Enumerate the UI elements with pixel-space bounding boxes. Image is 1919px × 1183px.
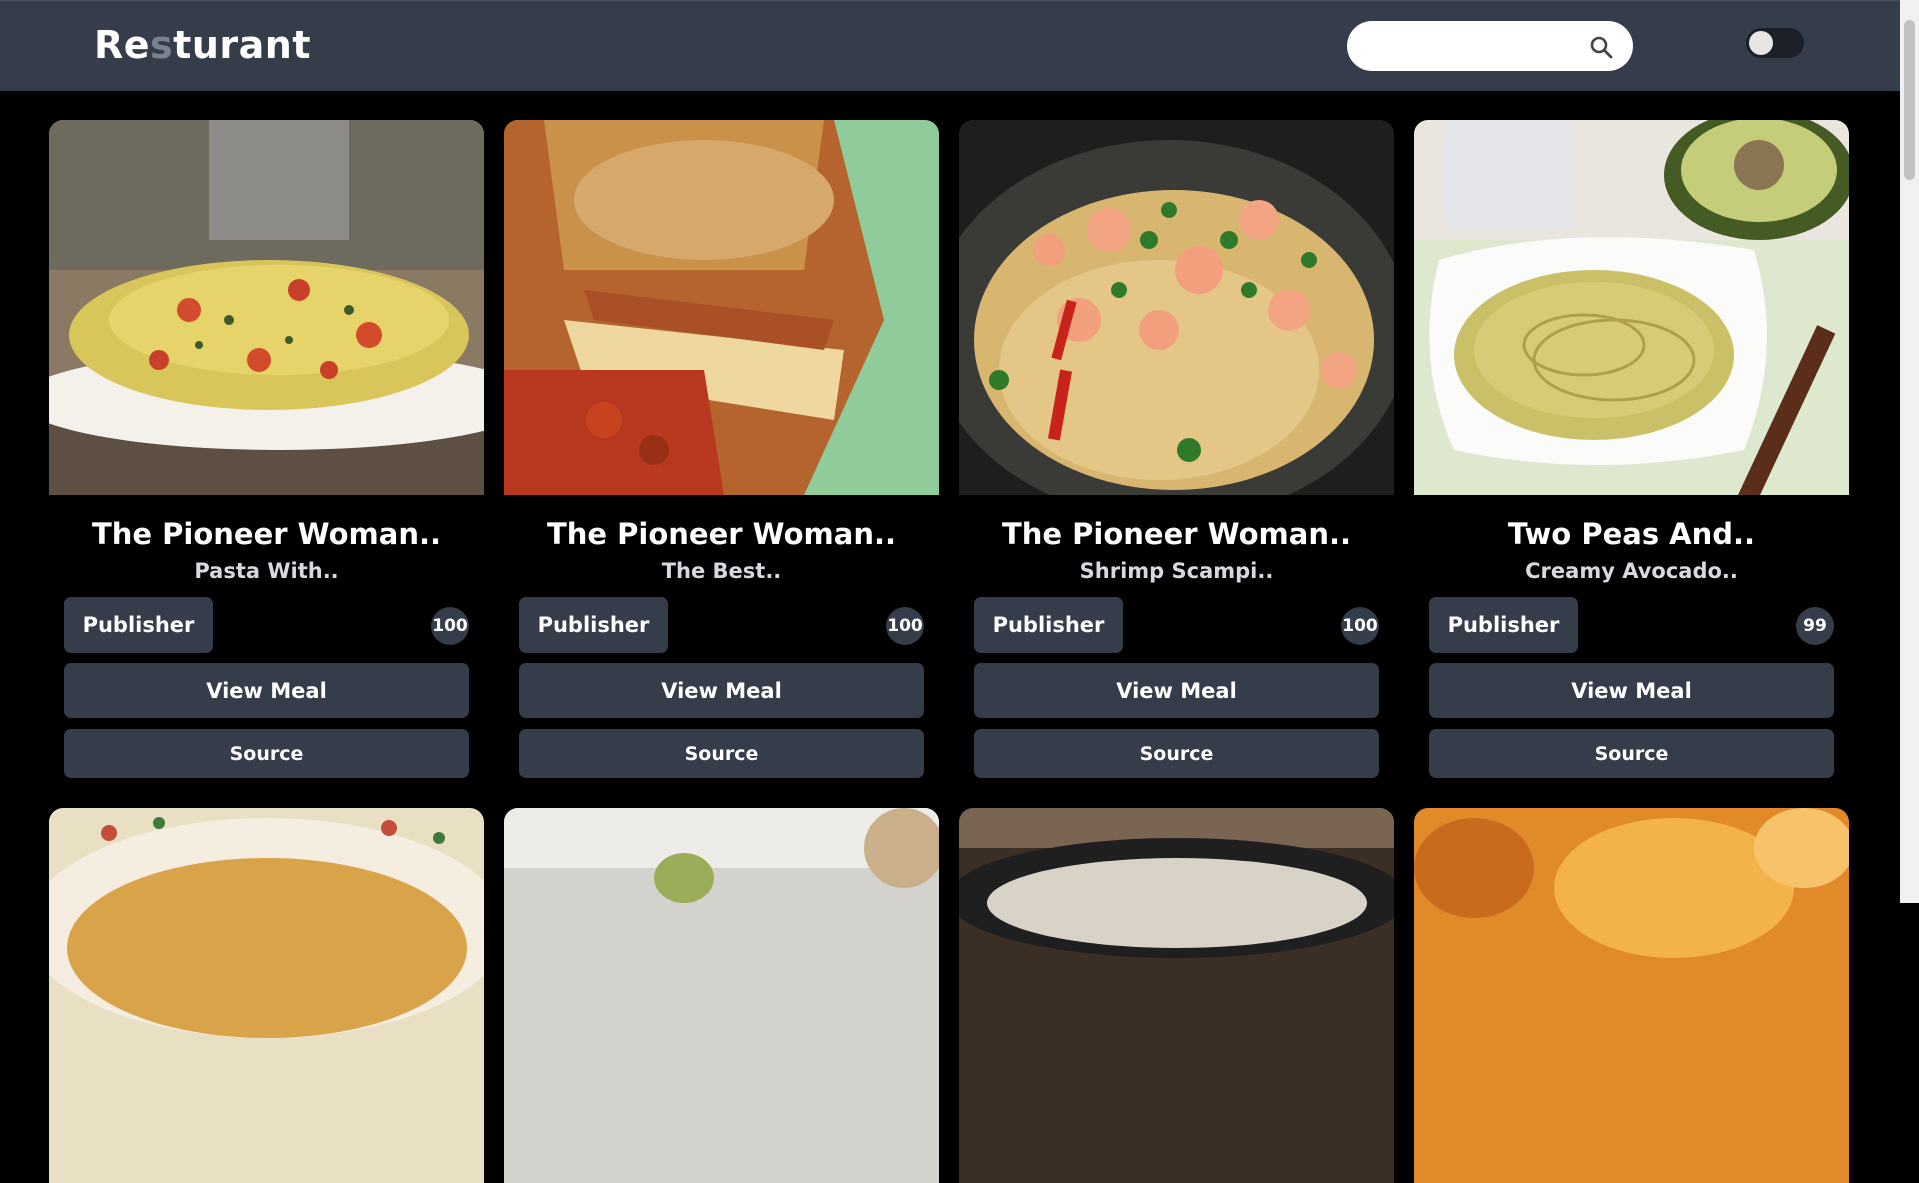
recipe-title: Two Peas And.. xyxy=(1507,517,1756,551)
recipe-image[interactable] xyxy=(1414,808,1849,1183)
recipe-card: The Pioneer Woman.. Shrimp Scampi.. Publ… xyxy=(959,120,1394,778)
brand-logo[interactable]: Resturant xyxy=(94,23,311,67)
recipe-title: The Pioneer Woman.. xyxy=(91,517,442,551)
recipe-subtitle: Creamy Avocado.. xyxy=(1525,559,1738,583)
view-meal-button[interactable]: View Meal xyxy=(974,663,1379,718)
scrollbar-thumb[interactable] xyxy=(1904,20,1915,180)
score-badge: 100 xyxy=(886,607,924,645)
publisher-row: Publisher 100 xyxy=(974,597,1379,653)
recipe-card: Two Peas And.. Creamy Avocado.. Publishe… xyxy=(1414,120,1849,778)
search-bar xyxy=(1347,21,1633,71)
publisher-row: Publisher 100 xyxy=(64,597,469,653)
score-badge: 100 xyxy=(431,607,469,645)
recipe-image[interactable] xyxy=(504,808,939,1183)
view-meal-button[interactable]: View Meal xyxy=(64,663,469,718)
recipe-image[interactable] xyxy=(959,808,1394,1183)
publisher-row: Publisher 100 xyxy=(519,597,924,653)
publisher-button[interactable]: Publisher xyxy=(974,597,1123,653)
search-icon[interactable] xyxy=(1589,35,1613,59)
recipe-card xyxy=(1414,808,1849,1183)
recipe-image[interactable] xyxy=(49,120,484,495)
recipe-card xyxy=(49,808,484,1183)
brand-prefix: Re xyxy=(94,23,151,67)
source-button[interactable]: Source xyxy=(519,729,924,778)
publisher-button[interactable]: Publisher xyxy=(1429,597,1578,653)
recipe-card xyxy=(959,808,1394,1183)
recipe-subtitle: Shrimp Scampi.. xyxy=(1079,559,1274,583)
source-button[interactable]: Source xyxy=(64,729,469,778)
recipe-title: The Pioneer Woman.. xyxy=(546,517,897,551)
recipe-image[interactable] xyxy=(504,120,939,495)
theme-toggle[interactable] xyxy=(1746,28,1804,58)
score-badge: 100 xyxy=(1341,607,1379,645)
brand-dim-letter: s xyxy=(150,23,174,67)
search-input[interactable] xyxy=(1367,31,1591,63)
publisher-button[interactable]: Publisher xyxy=(519,597,668,653)
recipe-grid: The Pioneer Woman.. Pasta With.. Publish… xyxy=(49,120,1851,1183)
toggle-knob xyxy=(1749,31,1773,55)
recipe-image[interactable] xyxy=(49,808,484,1183)
source-button[interactable]: Source xyxy=(1429,729,1834,778)
brand-suffix: turant xyxy=(173,23,311,67)
recipe-title: The Pioneer Woman.. xyxy=(1001,517,1352,551)
source-button[interactable]: Source xyxy=(974,729,1379,778)
navbar: Resturant xyxy=(0,0,1900,91)
recipe-card xyxy=(504,808,939,1183)
view-meal-button[interactable]: View Meal xyxy=(1429,663,1834,718)
publisher-row: Publisher 99 xyxy=(1429,597,1834,653)
view-meal-button[interactable]: View Meal xyxy=(519,663,924,718)
score-badge: 99 xyxy=(1796,607,1834,645)
recipe-card: The Pioneer Woman.. The Best.. Publisher… xyxy=(504,120,939,778)
publisher-button[interactable]: Publisher xyxy=(64,597,213,653)
recipe-image[interactable] xyxy=(959,120,1394,495)
recipe-subtitle: The Best.. xyxy=(661,559,782,583)
recipe-image[interactable] xyxy=(1414,120,1849,495)
recipe-subtitle: Pasta With.. xyxy=(194,559,339,583)
scrollbar[interactable] xyxy=(1900,0,1919,903)
recipe-card: The Pioneer Woman.. Pasta With.. Publish… xyxy=(49,120,484,778)
